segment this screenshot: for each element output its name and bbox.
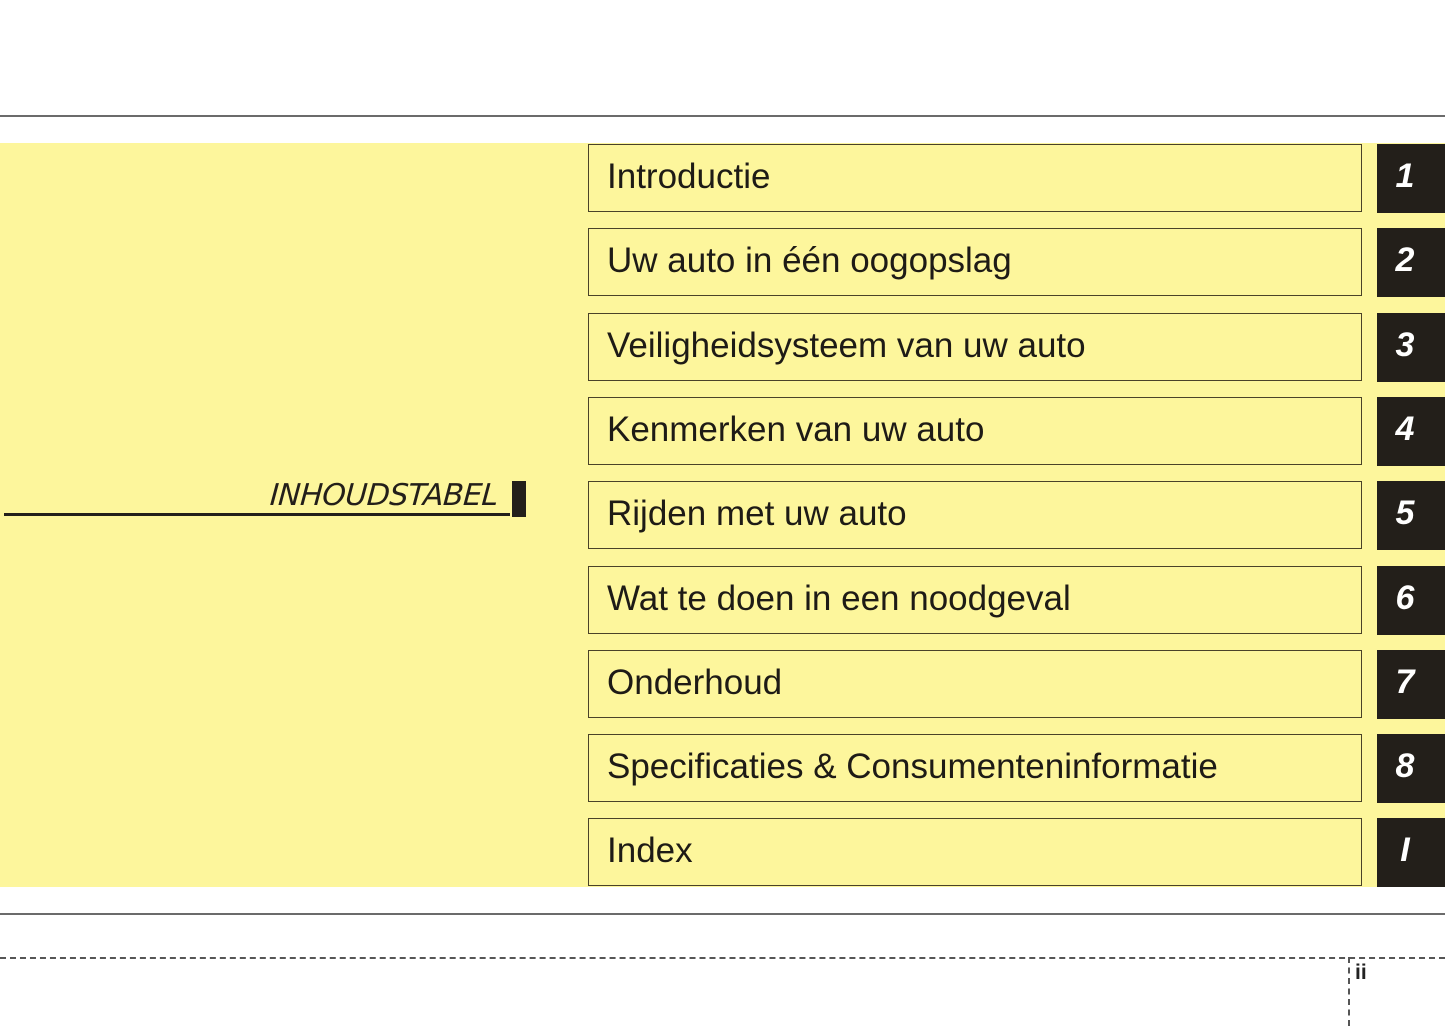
chapter-tab[interactable]: 7 <box>1377 650 1445 719</box>
toc-label: Introductie <box>607 157 771 196</box>
chapter-tab[interactable]: 6 <box>1377 566 1445 635</box>
toc-label: Kenmerken van uw auto <box>607 410 985 449</box>
toc-label: Veiligheidsysteem van uw auto <box>607 326 1086 365</box>
toc-row-6[interactable]: Wat te doen in een noodgeval 6 <box>588 566 1445 636</box>
chapter-tab[interactable]: 2 <box>1377 228 1445 297</box>
toc-label: Index <box>607 831 693 870</box>
page-number: ii <box>1355 961 1367 984</box>
chapter-number: 6 <box>1395 579 1415 617</box>
toc-entry[interactable]: Index <box>588 818 1362 886</box>
toc-label: Rijden met uw auto <box>607 494 907 533</box>
chapter-number: 2 <box>1395 241 1415 279</box>
heading-text: INHOUDSTABEL <box>268 478 500 513</box>
toc-entry[interactable]: Onderhoud <box>588 650 1362 718</box>
section-heading: INHOUDSTABEL <box>4 476 526 518</box>
toc-label: Specificaties & Consumenteninformatie <box>607 747 1218 786</box>
chapter-tab[interactable]: 1 <box>1377 144 1445 213</box>
toc-row-2[interactable]: Uw auto in één oogopslag 2 <box>588 228 1445 298</box>
toc-entry[interactable]: Introductie <box>588 144 1362 212</box>
chapter-tab[interactable]: I <box>1377 818 1445 887</box>
chapter-tab[interactable]: 5 <box>1377 481 1445 550</box>
chapter-number: 8 <box>1395 747 1415 785</box>
toc-entry[interactable]: Veiligheidsysteem van uw auto <box>588 313 1362 381</box>
toc-entry[interactable]: Uw auto in één oogopslag <box>588 228 1362 296</box>
chapter-tab[interactable]: 4 <box>1377 397 1445 466</box>
chapter-number: 1 <box>1395 157 1415 195</box>
toc-entry[interactable]: Wat te doen in een noodgeval <box>588 566 1362 634</box>
chapter-tab[interactable]: 8 <box>1377 734 1445 803</box>
toc-entry[interactable]: Rijden met uw auto <box>588 481 1362 549</box>
toc-row-8[interactable]: Specificaties & Consumenteninformatie 8 <box>588 734 1445 804</box>
toc-row-1[interactable]: Introductie 1 <box>588 144 1445 214</box>
top-rule <box>0 115 1445 117</box>
chapter-number: 5 <box>1395 494 1415 532</box>
toc-entry[interactable]: Specificaties & Consumenteninformatie <box>588 734 1362 802</box>
toc-label: Uw auto in één oogopslag <box>607 241 1012 280</box>
toc-row-3[interactable]: Veiligheidsysteem van uw auto 3 <box>588 313 1445 383</box>
toc-label: Onderhoud <box>607 663 783 702</box>
toc-label: Wat te doen in een noodgeval <box>607 579 1071 618</box>
crop-mark-vertical <box>1348 957 1350 1026</box>
toc-row-5[interactable]: Rijden met uw auto 5 <box>588 481 1445 551</box>
bottom-rule <box>0 913 1445 915</box>
heading-underline <box>4 513 510 516</box>
chapter-number: 3 <box>1395 326 1415 364</box>
toc-row-7[interactable]: Onderhoud 7 <box>588 650 1445 720</box>
toc-entry[interactable]: Kenmerken van uw auto <box>588 397 1362 465</box>
chapter-number: 4 <box>1395 410 1415 448</box>
crop-mark-horizontal <box>0 957 1445 959</box>
chapter-tab[interactable]: 3 <box>1377 313 1445 382</box>
chapter-number: 7 <box>1395 663 1415 701</box>
toc-row-index[interactable]: Index I <box>588 818 1445 888</box>
heading-bar-marker <box>512 481 526 517</box>
toc-row-4[interactable]: Kenmerken van uw auto 4 <box>588 397 1445 467</box>
chapter-number: I <box>1400 831 1410 869</box>
